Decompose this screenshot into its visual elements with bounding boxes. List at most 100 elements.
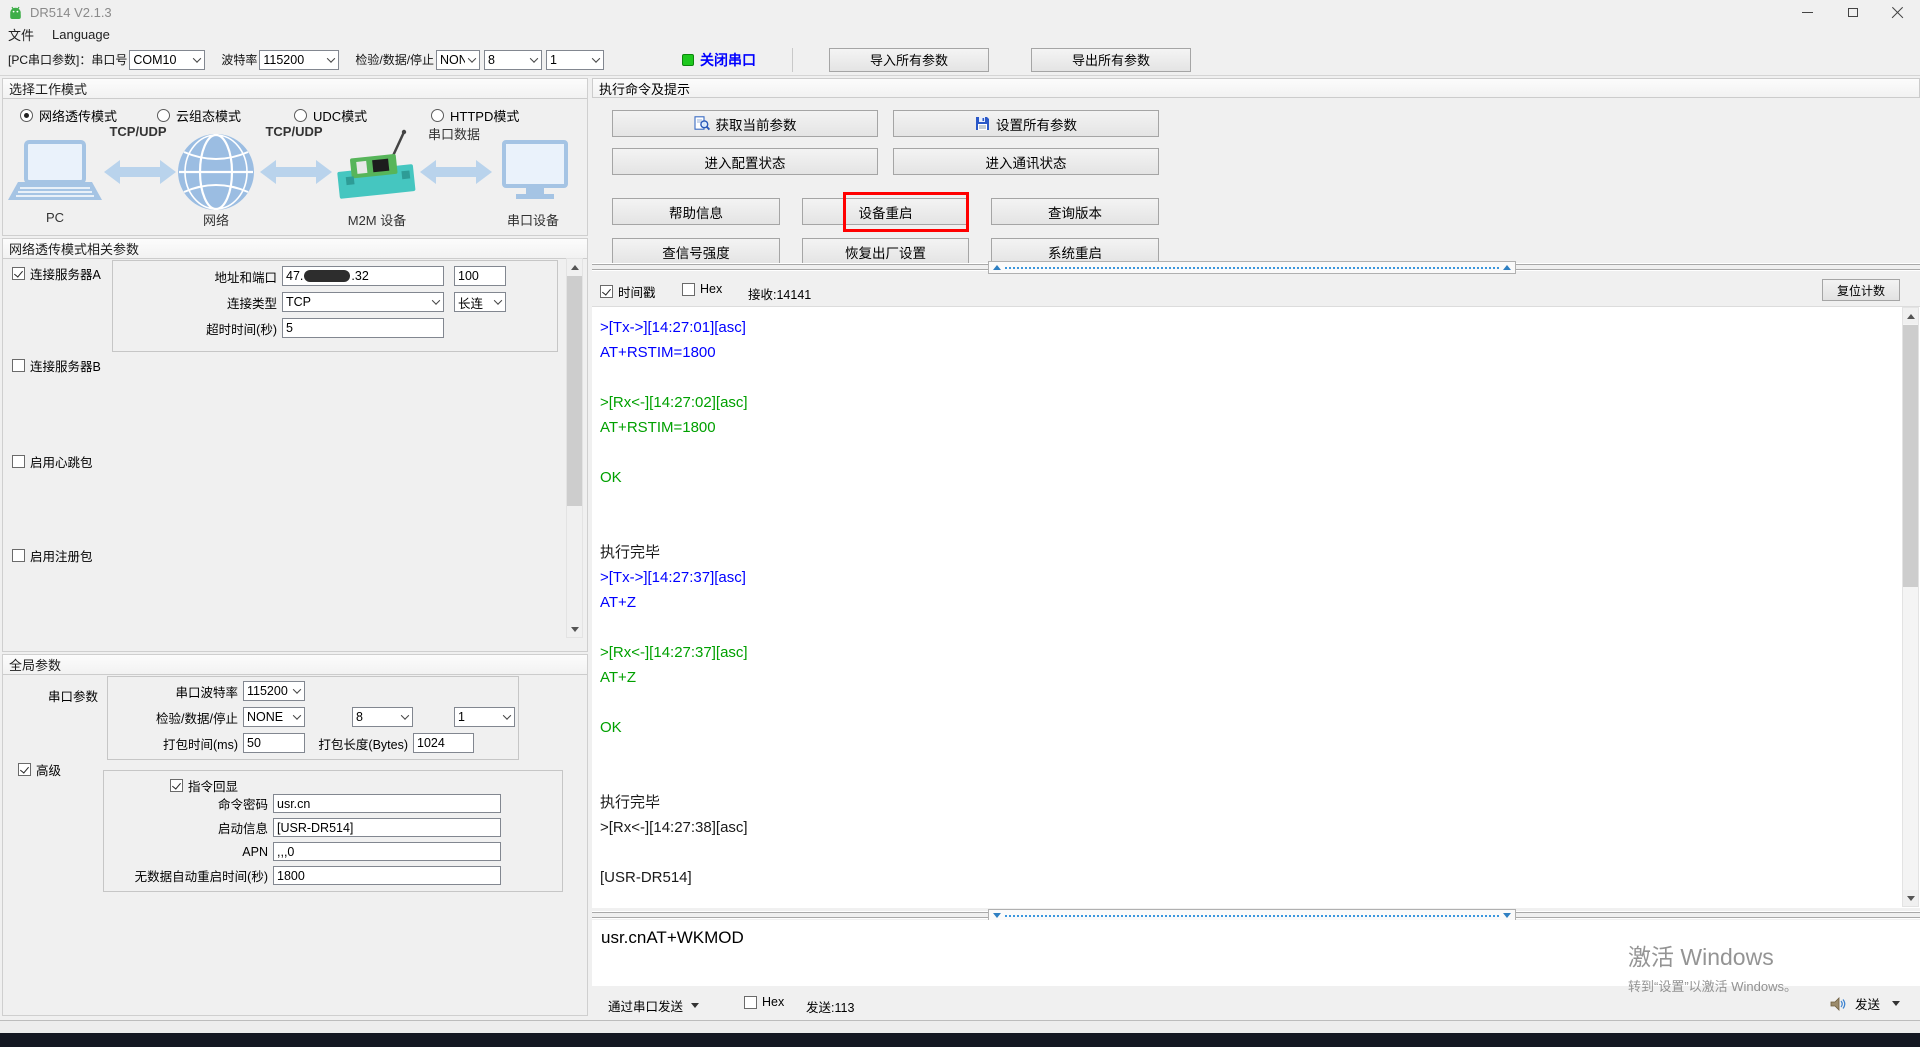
export-params-button[interactable]: 导出所有参数 xyxy=(1031,48,1191,72)
log-area[interactable]: >[Tx->][14:27:01][asc]AT+RSTIM=1800 >[Rx… xyxy=(592,306,1920,908)
apn-input[interactable]: ,,,0 xyxy=(273,842,501,861)
collapse-down-icon xyxy=(1503,913,1511,918)
conn-type-select[interactable]: TCP xyxy=(282,292,444,312)
radio-httpd-mode[interactable]: HTTPD模式 xyxy=(431,106,519,125)
radio-cloud-mode[interactable]: 云组态模式 xyxy=(157,106,294,125)
advanced-checkbox[interactable]: 高级 xyxy=(18,760,61,779)
checkbox-icon xyxy=(170,779,183,792)
enter-comm-button[interactable]: 进入通讯状态 xyxy=(893,148,1159,175)
scrollbar-thumb[interactable] xyxy=(567,276,582,506)
baud-select[interactable]: 115200 xyxy=(259,50,339,70)
help-info-button[interactable]: 帮助信息 xyxy=(612,198,780,225)
send-count-label: 发送:113 xyxy=(806,997,854,1016)
server-a-checkbox[interactable]: 连接服务器A xyxy=(12,264,101,283)
log-splitter-top-handle[interactable] xyxy=(988,261,1516,274)
echo-checkbox[interactable]: 指令回显 xyxy=(170,776,238,795)
global-stopbits-select[interactable]: 1 xyxy=(454,707,515,727)
arrow-m2m-serial xyxy=(420,160,492,184)
log-line: AT+Z xyxy=(600,590,1896,615)
recv-hex-checkbox[interactable]: Hex xyxy=(682,282,722,296)
close-button[interactable] xyxy=(1875,0,1920,24)
scroll-up-icon[interactable] xyxy=(571,265,579,270)
chevron-down-icon xyxy=(465,51,479,69)
query-version-button[interactable]: 查询版本 xyxy=(991,198,1159,225)
com-port-select[interactable]: COM10 xyxy=(129,50,205,70)
cmd-password-row: 命令密码 usr.cn xyxy=(107,794,501,813)
server-b-checkbox[interactable]: 连接服务器B xyxy=(12,356,101,375)
send-textarea[interactable]: usr.cnAT+WKMOD xyxy=(592,920,1920,986)
server-address-input[interactable]: 47..32 xyxy=(282,266,444,286)
maximize-button[interactable] xyxy=(1830,0,1875,24)
workmode-diagram: TCP/UDP TCP/UDP 串口数据 PC 网络 M2M 设备 串口设备 xyxy=(8,126,578,232)
serial-device-icon xyxy=(504,142,566,199)
log-line xyxy=(600,840,1896,865)
maximize-icon xyxy=(1848,8,1858,17)
packtime-input[interactable]: 50 xyxy=(243,733,305,753)
set-params-button[interactable]: 设置所有参数 xyxy=(893,110,1159,137)
boot-message-row: 启动信息 [USR-DR514] xyxy=(107,818,501,837)
log-line: >[Tx->][14:27:37][asc] xyxy=(600,565,1896,590)
send-hex-checkbox[interactable]: Hex xyxy=(744,995,784,1009)
taskbar-edge[interactable] xyxy=(0,1033,1920,1047)
checkbox-icon xyxy=(600,285,613,298)
scroll-down-icon[interactable] xyxy=(571,627,579,632)
pc-serial-label: [PC串口参数]：串口号 xyxy=(8,51,127,68)
checkbox-icon xyxy=(12,549,25,562)
log-line xyxy=(600,615,1896,640)
speaker-icon xyxy=(1830,997,1847,1011)
diagram-link3-label: 串口数据 xyxy=(414,124,494,143)
window-controls xyxy=(1785,0,1920,24)
send-via-serial-button[interactable]: 通过串口发送 xyxy=(608,996,699,1015)
radio-udc-mode[interactable]: UDC模式 xyxy=(294,106,431,125)
radio-icon xyxy=(20,109,33,122)
heartbeat-checkbox[interactable]: 启用心跳包 xyxy=(12,452,93,471)
import-params-button[interactable]: 导入所有参数 xyxy=(829,48,989,72)
scroll-down-icon[interactable] xyxy=(1907,896,1915,901)
server-port-input[interactable]: 100 xyxy=(454,266,506,286)
log-line: AT+RSTIM=1800 xyxy=(600,340,1896,365)
radio-icon xyxy=(431,109,444,122)
close-port-button[interactable]: 关闭串口 xyxy=(682,50,756,70)
command-panel-header: 执行命令及提示 xyxy=(592,78,1920,98)
global-parity-select[interactable]: NONE xyxy=(243,707,305,727)
log-scrollbar[interactable] xyxy=(1902,307,1919,907)
no-data-restart-input[interactable]: 1800 xyxy=(273,866,501,885)
databits-select[interactable]: 8 xyxy=(484,50,542,70)
conn-keep-select[interactable]: 长连 xyxy=(454,292,506,312)
recv-count-label: 接收:14141 xyxy=(748,284,811,303)
cmd-password-input[interactable]: usr.cn xyxy=(273,794,501,813)
send-button[interactable]: 发送 xyxy=(1830,994,1900,1013)
query-signal-button[interactable]: 查信号强度 xyxy=(612,238,780,265)
parity-select[interactable]: NONE xyxy=(436,50,480,70)
radio-icon xyxy=(294,109,307,122)
netparams-scrollbar[interactable] xyxy=(566,258,583,638)
minimize-button[interactable] xyxy=(1785,0,1830,24)
device-restart-button[interactable]: 设备重启 xyxy=(802,198,969,225)
diagram-m2m-label: M2M 设备 xyxy=(334,210,420,229)
log-line: OK xyxy=(600,465,1896,490)
close-icon xyxy=(1891,6,1904,19)
scroll-up-icon[interactable] xyxy=(1907,314,1915,319)
global-databits-select[interactable]: 8 xyxy=(352,707,413,727)
regpack-checkbox[interactable]: 启用注册包 xyxy=(12,546,93,565)
enter-config-button[interactable]: 进入配置状态 xyxy=(612,148,878,175)
boot-message-label: 启动信息 xyxy=(107,818,273,837)
packlen-input[interactable]: 1024 xyxy=(413,733,474,753)
boot-message-input[interactable]: [USR-DR514] xyxy=(273,818,501,837)
chevron-down-icon xyxy=(491,293,505,311)
global-baud-select[interactable]: 115200 xyxy=(243,681,305,701)
timestamp-checkbox[interactable]: 时间戳 xyxy=(600,282,656,301)
arrow-net-m2m xyxy=(260,160,332,184)
radio-net-transparent-mode[interactable]: 网络透传模式 xyxy=(20,106,157,125)
diagram-net-label: 网络 xyxy=(178,210,254,229)
reset-counter-button[interactable]: 复位计数 xyxy=(1822,279,1900,301)
checkbox-icon xyxy=(744,996,757,1009)
menu-file[interactable]: 文件 xyxy=(8,25,34,44)
menu-language[interactable]: Language xyxy=(52,27,110,42)
stopbits-select[interactable]: 1 xyxy=(546,50,604,70)
scrollbar-thumb[interactable] xyxy=(1903,325,1918,587)
factory-reset-button[interactable]: 恢复出厂设置 xyxy=(802,238,969,265)
timeout-input[interactable]: 5 xyxy=(282,318,444,338)
arrow-pc-net xyxy=(104,160,176,184)
get-params-button[interactable]: 获取当前参数 xyxy=(612,110,878,137)
